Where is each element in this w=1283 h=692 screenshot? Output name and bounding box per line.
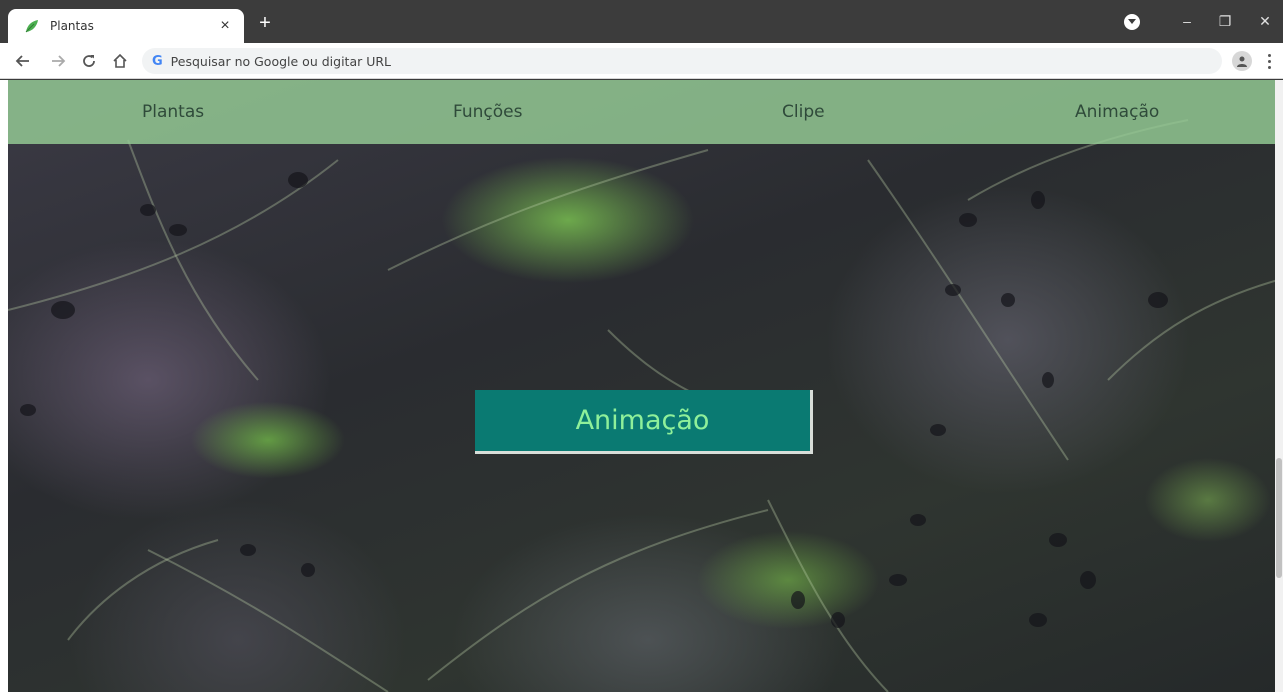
vertical-scrollbar[interactable] [1275,80,1283,692]
menu-kebab-icon[interactable] [1264,51,1274,71]
tab-title: Plantas [50,19,94,33]
browser-tab[interactable]: Plantas × [8,9,244,43]
tab-search-dropdown-icon[interactable] [1124,14,1140,30]
leaves-background-image [8,119,1279,692]
nav-link-plantas[interactable]: Plantas [142,102,204,122]
minimize-button[interactable]: – [1176,10,1198,32]
google-g-icon: G [152,53,163,69]
home-icon[interactable] [109,50,131,72]
nav-link-funcoes[interactable]: Funções [453,102,522,122]
hero-button-label: Animação [575,405,710,436]
nav-link-clipe[interactable]: Clipe [782,102,825,122]
new-tab-button[interactable]: + [254,13,276,35]
leaf-favicon-icon [25,20,38,33]
omnibox-input[interactable] [170,53,1071,69]
restore-button[interactable]: ❐ [1214,10,1236,32]
browser-tab-bar: Plantas × + – ❐ ✕ [0,0,1283,43]
scrollbar-thumb[interactable] [1276,458,1282,578]
window-left-edge [0,80,8,692]
back-arrow-icon[interactable] [12,50,34,72]
animacao-hero-button[interactable]: Animação [475,390,813,454]
browser-toolbar: G [0,43,1283,79]
nav-link-animacao[interactable]: Animação [1075,102,1159,122]
reload-icon[interactable] [78,50,100,72]
close-window-button[interactable]: ✕ [1254,10,1276,32]
page-viewport: Plantas Funções Clipe Animação Animação [8,80,1283,692]
top-nav-bar: Plantas Funções Clipe Animação [8,80,1283,144]
profile-icon[interactable] [1232,51,1252,71]
tab-close-button[interactable]: × [216,17,234,35]
address-bar[interactable]: G [142,48,1222,74]
forward-arrow-icon[interactable] [47,50,69,72]
